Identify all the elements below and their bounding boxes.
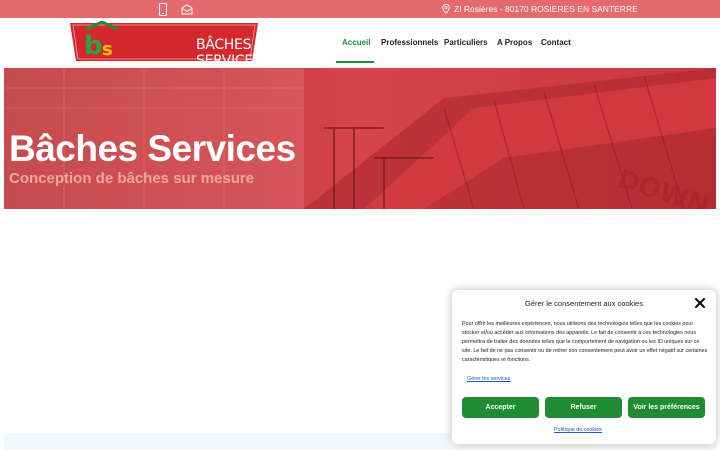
nav-item-particuliers[interactable]: Particuliers (444, 38, 488, 47)
nav-item-accueil[interactable]: Accueil (342, 38, 370, 47)
nav-item-professionnels[interactable]: Professionnels (381, 38, 438, 47)
address-text: ZI Rosières - 80170 ROSIERES EN SANTERRE (454, 4, 638, 14)
close-icon[interactable] (694, 296, 706, 309)
refuse-button[interactable]: Refuser (545, 397, 622, 418)
cookie-consent-dialog: Gérer le consentement aux cookies Pour o… (452, 290, 716, 444)
cookie-policy-link[interactable]: Politique de cookies (452, 427, 704, 433)
address-info: ZI Rosières - 80170 ROSIERES EN SANTERRE (442, 0, 638, 18)
phone-icon[interactable] (156, 2, 170, 16)
top-bar: ZI Rosières - 80170 ROSIERES EN SANTERRE (0, 0, 720, 18)
hero-title: Bâches Services (9, 128, 296, 169)
preferences-button[interactable]: Voir les préférences (628, 397, 705, 418)
cookie-dialog-text: Pour offrir les meilleures expériences, … (462, 321, 708, 363)
main-nav: Accueil Professionnels Particuliers A Pr… (0, 18, 720, 50)
envelope-icon[interactable] (180, 2, 194, 16)
map-pin-icon (442, 4, 450, 14)
hero-subtitle: Conception de bâches sur mesure (9, 170, 255, 187)
accept-button[interactable]: Accepter (462, 397, 539, 418)
cookie-dialog-title: Gérer le consentement aux cookies (525, 299, 643, 308)
nav-item-contact[interactable]: Contact (541, 38, 571, 47)
nav-item-a-propos[interactable]: A Propos (497, 38, 532, 47)
active-nav-underline (336, 61, 374, 63)
manage-services-link[interactable]: Gérer les services (467, 376, 510, 382)
